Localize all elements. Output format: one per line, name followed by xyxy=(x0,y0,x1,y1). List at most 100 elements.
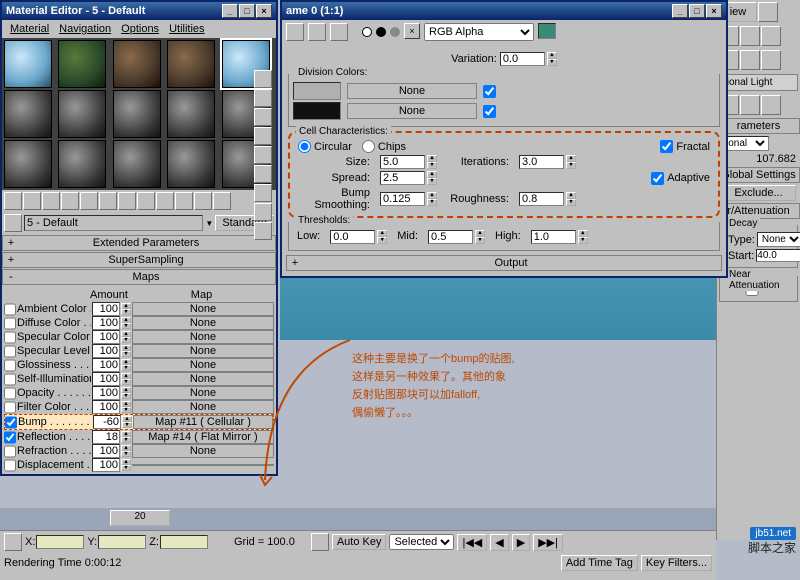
maximize-button[interactable]: □ xyxy=(239,4,255,18)
rollout-output[interactable]: +Output xyxy=(286,255,722,271)
key-filter-select[interactable]: Selected xyxy=(389,534,454,550)
map-slot-button[interactable]: None xyxy=(132,302,274,316)
make-unique-icon[interactable] xyxy=(761,95,781,115)
division-color-2-enable-checkbox[interactable] xyxy=(483,105,496,118)
map-enable-checkbox[interactable] xyxy=(4,331,16,344)
options-icon[interactable] xyxy=(254,184,272,202)
material-slot-7[interactable] xyxy=(58,90,106,138)
spin-down-icon[interactable]: ▾ xyxy=(121,365,131,371)
menu-material[interactable]: Material xyxy=(6,22,53,36)
clone-icon[interactable] xyxy=(330,23,348,41)
near-atten-use-checkbox[interactable] xyxy=(728,283,776,296)
map-enable-checkbox[interactable] xyxy=(4,345,16,358)
cellular-titlebar[interactable]: ame 0 (1:1) _ □ × xyxy=(282,2,726,20)
close-button[interactable]: × xyxy=(706,4,722,18)
high-input[interactable] xyxy=(531,230,576,244)
material-slot-13[interactable] xyxy=(113,140,161,188)
material-slot-14[interactable] xyxy=(167,140,215,188)
map-enable-checkbox[interactable] xyxy=(4,317,16,330)
material-slot-8[interactable] xyxy=(113,90,161,138)
material-slot-4[interactable] xyxy=(167,40,215,88)
bump-smoothing-input[interactable] xyxy=(380,192,425,206)
key-filters-button[interactable]: Key Filters... xyxy=(641,555,712,571)
rollout-extended-parameters[interactable]: +Extended Parameters xyxy=(2,235,276,251)
modify-tab-icon[interactable] xyxy=(740,26,760,46)
menu-utilities[interactable]: Utilities xyxy=(165,22,208,36)
mtl-id-icon[interactable] xyxy=(137,192,155,210)
map-enable-checkbox[interactable] xyxy=(4,303,16,316)
menu-navigation[interactable]: Navigation xyxy=(55,22,115,36)
rgb-preview-icon[interactable] xyxy=(362,27,372,37)
map-amount-input[interactable] xyxy=(93,415,121,429)
chips-radio[interactable]: Chips xyxy=(362,140,406,153)
close-button[interactable]: × xyxy=(256,4,272,18)
show-end-icon[interactable] xyxy=(740,95,760,115)
material-slot-2[interactable] xyxy=(58,40,106,88)
spin-up-icon[interactable]: ▴ xyxy=(547,52,557,59)
hierarchy-tab-icon[interactable] xyxy=(761,26,781,46)
fractal-checkbox[interactable]: Fractal xyxy=(660,140,710,153)
rollout-parameters[interactable]: rameters xyxy=(717,118,800,134)
low-input[interactable] xyxy=(330,230,375,244)
alpha-preview-icon[interactable] xyxy=(376,27,386,37)
spin-down-icon[interactable]: ▾ xyxy=(121,465,131,471)
timeline-slider[interactable]: 20 xyxy=(0,508,716,530)
map-slot-button[interactable]: None xyxy=(132,444,274,458)
utilities-tab-icon[interactable] xyxy=(761,50,781,70)
display-mode-select[interactable]: RGB Alpha xyxy=(424,23,534,41)
make-copy-icon[interactable] xyxy=(80,192,98,210)
display-tab-icon[interactable] xyxy=(740,50,760,70)
coord-x-input[interactable] xyxy=(36,535,84,549)
select-by-mat-icon[interactable] xyxy=(254,203,272,221)
autokey-button[interactable]: Auto Key xyxy=(332,534,387,550)
lock-selection-icon[interactable] xyxy=(4,533,22,551)
map-amount-input[interactable] xyxy=(92,344,120,358)
mid-input[interactable] xyxy=(428,230,473,244)
map-enable-checkbox[interactable] xyxy=(4,401,16,414)
material-slot-9[interactable] xyxy=(167,90,215,138)
spin-down-icon[interactable]: ▾ xyxy=(121,451,131,457)
map-enable-checkbox[interactable] xyxy=(4,445,16,458)
map-amount-input[interactable] xyxy=(92,330,120,344)
material-slot-12[interactable] xyxy=(58,140,106,188)
division-color-2-swatch[interactable] xyxy=(293,102,341,120)
map-amount-input[interactable] xyxy=(92,444,120,458)
map-enable-checkbox[interactable] xyxy=(4,431,16,444)
rollout-maps[interactable]: -Maps xyxy=(2,269,276,285)
division-color-1-enable-checkbox[interactable] xyxy=(483,85,496,98)
map-amount-input[interactable] xyxy=(92,430,120,444)
map-slot-button[interactable]: None xyxy=(132,344,274,358)
map-slot-button[interactable] xyxy=(132,464,274,466)
mat-map-nav-icon[interactable] xyxy=(254,222,272,240)
mat-editor-titlebar[interactable]: Material Editor - 5 - Default _ □ × xyxy=(2,2,276,20)
coord-y-input[interactable] xyxy=(98,535,146,549)
material-slot-3[interactable] xyxy=(113,40,161,88)
video-check-icon[interactable] xyxy=(254,146,272,164)
adaptive-checkbox[interactable]: Adaptive xyxy=(651,172,710,185)
spin-down-icon[interactable]: ▾ xyxy=(121,351,131,357)
spin-down-icon[interactable]: ▾ xyxy=(121,393,131,399)
decay-start-input[interactable] xyxy=(756,249,800,262)
prev-frame-button[interactable]: ◀ xyxy=(490,534,508,551)
map-slot-button[interactable]: None xyxy=(132,316,274,330)
menu-options[interactable]: Options xyxy=(117,22,163,36)
play-button[interactable]: ▶ xyxy=(512,534,530,551)
rollout-global-settings[interactable]: Global Settings xyxy=(717,167,800,183)
map-slot-button[interactable]: None xyxy=(132,330,274,344)
spin-down-icon[interactable]: ▾ xyxy=(121,379,131,385)
spin-down-icon[interactable]: ▾ xyxy=(121,337,131,343)
minimize-button[interactable]: _ xyxy=(222,4,238,18)
assign-to-sel-icon[interactable] xyxy=(42,192,60,210)
map-slot-button[interactable]: None xyxy=(132,400,274,414)
copy-icon[interactable] xyxy=(308,23,326,41)
spin-down-icon[interactable]: ▾ xyxy=(121,323,131,329)
map-slot-button[interactable]: None xyxy=(132,372,274,386)
put-to-scene-icon[interactable] xyxy=(23,192,41,210)
spin-down-icon[interactable]: ▾ xyxy=(121,309,131,315)
map-amount-input[interactable] xyxy=(92,302,120,316)
material-slot-1[interactable] xyxy=(4,40,52,88)
reset-map-icon[interactable] xyxy=(61,192,79,210)
maximize-button[interactable]: □ xyxy=(689,4,705,18)
color-swatch-preview[interactable] xyxy=(538,23,556,39)
name-history-dropdown[interactable]: ▼ xyxy=(205,219,213,228)
